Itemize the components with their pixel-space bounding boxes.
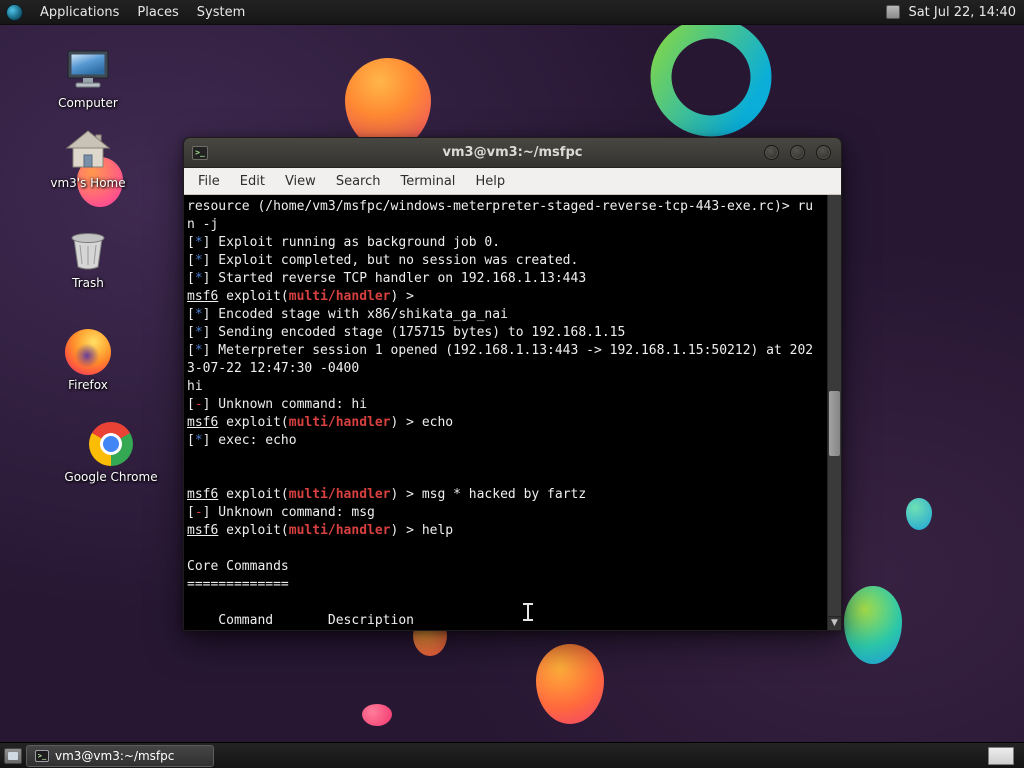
terminal-output[interactable]: resource (/home/vm3/msfpc/windows-meterp…	[184, 195, 827, 630]
desktop-icon-label: Firefox	[68, 378, 108, 392]
terminal-line: [*] Encoded stage with x86/shikata_ga_na…	[187, 307, 508, 322]
computer-icon	[65, 48, 111, 92]
terminal-line: [*] Exploit completed, but no session wa…	[187, 253, 579, 268]
top-panel: Applications Places System Sat Jul 22, 14:…	[0, 0, 1024, 25]
terminal-line: msf6 exploit(multi/handler) > echo	[187, 415, 454, 430]
menu-item-help[interactable]: Help	[465, 170, 515, 193]
close-button[interactable]	[816, 145, 831, 160]
scrollbar[interactable]: ▼	[827, 195, 841, 630]
terminal-line: Core Commands	[187, 559, 289, 574]
wallpaper-blob-teal-right	[844, 586, 902, 664]
text-cursor	[522, 603, 534, 622]
menu-item-view[interactable]: View	[275, 170, 326, 193]
maximize-button[interactable]	[790, 145, 805, 160]
show-desktop-button[interactable]	[4, 747, 22, 764]
status-tray-icon[interactable]	[886, 5, 901, 19]
scroll-down-arrow[interactable]: ▼	[828, 616, 841, 630]
chrome-icon	[89, 422, 133, 466]
desktop-icon-label: Computer	[58, 96, 118, 110]
taskbar-window-label: vm3@vm3:~/msfpc	[55, 748, 175, 763]
terminal-app-icon: >_	[192, 145, 208, 160]
terminal-line: [*] Started reverse TCP handler on 192.1…	[187, 271, 587, 286]
terminal-line: [-] Unknown command: msg	[187, 505, 375, 520]
terminal-line: msf6 exploit(multi/handler) >	[187, 289, 422, 304]
desktop-icon-computer[interactable]: Computer	[43, 48, 133, 110]
menu-item-terminal[interactable]: Terminal	[390, 170, 465, 193]
taskbar: >_ vm3@vm3:~/msfpc	[0, 742, 1024, 768]
window-title: vm3@vm3:~/msfpc	[442, 145, 583, 160]
terminal-line: =============	[187, 577, 289, 592]
trash-icon	[66, 228, 110, 272]
terminal-line: Command Description	[187, 613, 414, 628]
firefox-icon	[65, 329, 111, 375]
desktop-icon-home[interactable]: vm3's Home	[43, 128, 133, 190]
panel-menu-applications[interactable]: Applications	[31, 2, 128, 23]
terminal-line: [*] Sending encoded stage (175715 bytes)…	[187, 325, 626, 340]
scrollbar-thumb[interactable]	[829, 390, 840, 456]
panel-menu-system[interactable]: System	[188, 2, 254, 23]
terminal-line: [*] exec: echo	[187, 433, 297, 448]
window-titlebar[interactable]: >_ vm3@vm3:~/msfpc	[184, 138, 841, 168]
window-buttons	[764, 145, 831, 160]
desktop-icon-label: Google Chrome	[64, 470, 158, 484]
panel-clock[interactable]: Sat Jul 22, 14:40	[908, 5, 1016, 20]
terminal-window: >_ vm3@vm3:~/msfpc File Edit View Search Ter…	[183, 137, 842, 631]
home-icon	[65, 128, 111, 172]
terminal-line: hi	[187, 379, 203, 394]
terminal-line: [-] Unknown command: hi	[187, 397, 368, 412]
panel-menus: Applications Places System	[31, 2, 254, 23]
terminal-line: n -j	[187, 217, 219, 232]
menu-item-search[interactable]: Search	[326, 170, 391, 193]
window-menubar: File Edit View Search Terminal Help	[184, 168, 841, 195]
panel-menu-places[interactable]: Places	[128, 2, 187, 23]
terminal-line: [*] Exploit running as background job 0.	[187, 235, 501, 250]
wallpaper-blob-teal-small	[906, 498, 932, 530]
desktop: { "colors": { "term-bg": "#000000", "ter…	[0, 0, 1024, 768]
terminal-task-icon: >_	[35, 749, 49, 762]
desktop-icon-firefox[interactable]: Firefox	[43, 329, 133, 392]
terminal-line: resource (/home/vm3/msfpc/windows-meterp…	[187, 199, 814, 214]
terminal-line: msf6 exploit(multi/handler) > msg * hack…	[187, 487, 587, 502]
desktop-icon-trash[interactable]: Trash	[43, 228, 133, 290]
terminal-area: resource (/home/vm3/msfpc/windows-meterp…	[184, 195, 841, 630]
wallpaper-blob-orange-bottom	[536, 644, 604, 724]
terminal-line: 3-07-22 12:47:30 -0400	[187, 361, 360, 376]
wallpaper-blob-pink-tiny	[362, 704, 392, 726]
minimize-button[interactable]	[764, 145, 779, 160]
workspace-switcher[interactable]	[988, 746, 1014, 765]
menu-item-file[interactable]: File	[188, 170, 230, 193]
distro-menu-icon[interactable]	[6, 3, 23, 21]
desktop-icon-chrome[interactable]: Google Chrome	[56, 422, 166, 484]
taskbar-window-button[interactable]: >_ vm3@vm3:~/msfpc	[26, 744, 214, 767]
desktop-icon-label: Trash	[72, 276, 104, 290]
menu-item-edit[interactable]: Edit	[230, 170, 275, 193]
terminal-line: msf6 exploit(multi/handler) > help	[187, 523, 454, 538]
desktop-icon-label: vm3's Home	[50, 176, 126, 190]
terminal-line: [*] Meterpreter session 1 opened (192.16…	[187, 343, 814, 358]
wallpaper-ring-teal	[650, 17, 772, 137]
